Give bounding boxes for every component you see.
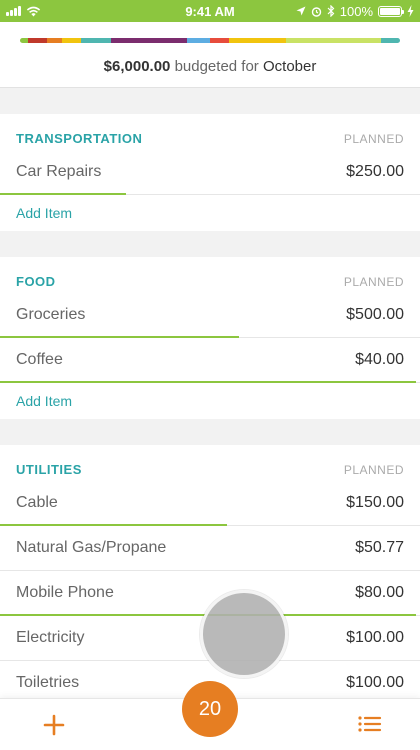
budget-amount: $6,000.00: [103, 58, 171, 75]
budget-item[interactable]: Natural Gas/Propane $50.77: [0, 526, 420, 571]
item-name: Electricity: [16, 629, 85, 646]
location-icon: [296, 6, 306, 16]
item-amount: $250.00: [346, 163, 404, 180]
signal-icon: [6, 6, 21, 16]
budget-header: $6,000.00 budgeted for October: [0, 22, 420, 88]
add-item-button[interactable]: Add Item: [0, 383, 420, 419]
group-transportation: TRANSPORTATION PLANNED Car Repairs $250.…: [0, 114, 420, 231]
budget-bar-segment: [61, 38, 81, 43]
planned-label: PLANNED: [343, 132, 404, 146]
budget-item[interactable]: Car Repairs $250.00: [0, 150, 420, 195]
group-title[interactable]: FOOD: [16, 274, 56, 293]
item-amount: $80.00: [355, 584, 404, 601]
budget-bar-segment: [46, 38, 62, 43]
planned-label: PLANNED: [343, 463, 404, 477]
battery-percent: 100%: [339, 3, 373, 19]
budget-item[interactable]: Groceries $500.00: [0, 293, 420, 338]
budget-item[interactable]: Coffee $40.00: [0, 338, 420, 383]
bottom-tab-bar: 20: [0, 681, 420, 750]
item-name: Natural Gas/Propane: [16, 539, 167, 556]
alarm-icon: [311, 6, 321, 17]
budget-bar-segment: [111, 38, 188, 43]
plus-icon[interactable]: [36, 707, 72, 743]
item-amount: $100.00: [346, 629, 404, 646]
item-amount: $150.00: [346, 494, 404, 511]
add-item-button[interactable]: Add Item: [0, 195, 420, 231]
budget-allocation-bar: [20, 38, 400, 43]
group-title[interactable]: TRANSPORTATION: [16, 131, 142, 150]
planned-label: PLANNED: [343, 275, 404, 289]
item-name: Toiletries: [16, 674, 80, 691]
status-bar: 9:41 AM 100%: [0, 0, 420, 22]
list-icon[interactable]: [356, 709, 384, 739]
budget-bar-segment: [27, 38, 47, 43]
transactions-count-button[interactable]: 20: [182, 681, 238, 737]
budget-item[interactable]: Cable $150.00: [0, 481, 420, 526]
budget-summary[interactable]: $6,000.00 budgeted for October: [0, 58, 420, 75]
group-header: FOOD PLANNED: [0, 257, 420, 293]
item-progress-bar: [0, 193, 126, 195]
item-name: Groceries: [16, 306, 86, 323]
item-progress-bar: [0, 381, 416, 383]
transactions-count: 20: [198, 697, 222, 720]
item-amount: $500.00: [346, 306, 404, 323]
budget-bar-segment: [381, 38, 400, 43]
item-amount: $100.00: [346, 674, 404, 691]
battery-icon: [378, 5, 404, 17]
group-header: UTILITIES PLANNED: [0, 445, 420, 481]
item-amount: $50.77: [355, 539, 404, 556]
charging-icon: [407, 5, 414, 17]
wifi-icon: [26, 6, 41, 16]
budget-bar-segment: [187, 38, 210, 43]
item-name: Coffee: [16, 351, 63, 368]
group-food: FOOD PLANNED Groceries $500.00 Coffee $4…: [0, 257, 420, 419]
budget-bar-segment: [80, 38, 112, 43]
budget-text: budgeted for: [174, 58, 259, 75]
item-amount: $40.00: [355, 351, 404, 368]
item-name: Cable: [16, 494, 58, 511]
bluetooth-icon: [327, 5, 335, 17]
budget-bar-segment: [20, 38, 28, 43]
group-title[interactable]: UTILITIES: [16, 462, 82, 481]
budget-month: October: [262, 58, 317, 75]
item-name: Mobile Phone: [16, 584, 114, 601]
assistive-touch-button[interactable]: [200, 590, 288, 678]
item-name: Car Repairs: [16, 163, 102, 180]
budget-bar-segment: [210, 38, 229, 43]
group-header: TRANSPORTATION PLANNED: [0, 114, 420, 150]
budget-bar-segment: [286, 38, 381, 43]
budget-bar-segment: [229, 38, 286, 43]
